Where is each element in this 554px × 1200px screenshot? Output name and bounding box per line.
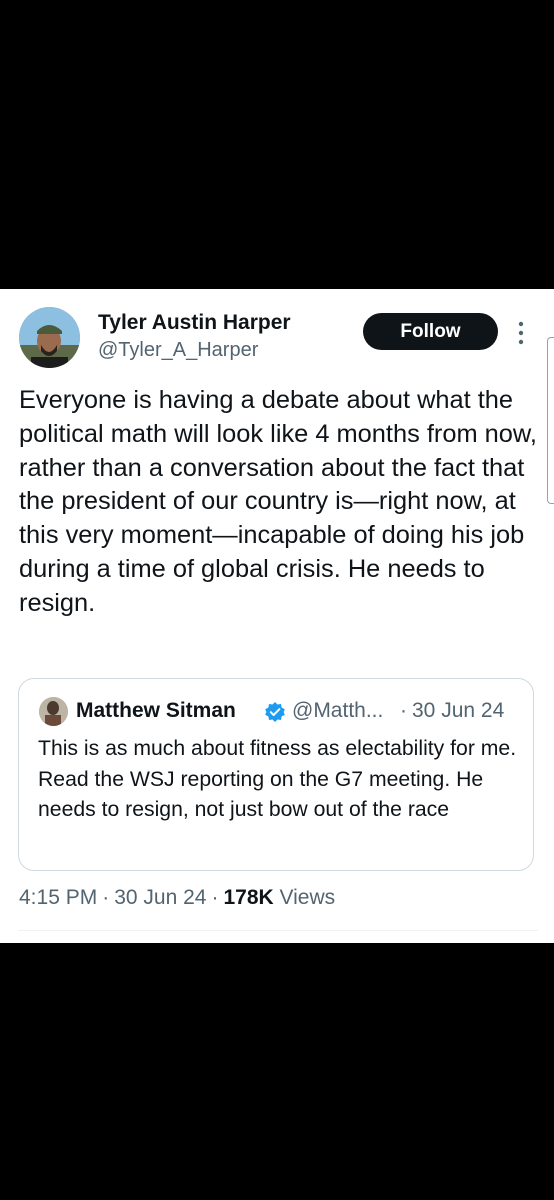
- divider: [18, 930, 538, 931]
- author-avatar[interactable]: [19, 307, 80, 368]
- verified-badge-icon: [264, 701, 286, 723]
- quoted-tweet[interactable]: Matthew Sitman @Matth... · 30 Jun 24 Thi…: [18, 678, 534, 871]
- tweet-card: Tyler Austin Harper @Tyler_A_Harper Foll…: [0, 289, 554, 943]
- tweet-time[interactable]: 4:15 PM: [19, 886, 97, 910]
- scrollbar[interactable]: [547, 337, 554, 504]
- quote-author-avatar[interactable]: [39, 697, 68, 726]
- meta-separator: ·: [211, 886, 219, 909]
- views-label: Views: [279, 886, 336, 909]
- quote-text: This is as much about fitness as electab…: [38, 737, 517, 822]
- quote-author-handle[interactable]: @Matth...: [292, 699, 383, 723]
- author-handle[interactable]: @Tyler_A_Harper: [98, 339, 258, 362]
- quote-separator: ·: [400, 699, 407, 722]
- more-vertical-icon[interactable]: [514, 320, 528, 346]
- views-stat[interactable]: 178K Views: [223, 886, 335, 910]
- quote-date[interactable]: 30 Jun 24: [412, 699, 504, 723]
- quote-author-name[interactable]: Matthew Sitman: [76, 699, 236, 723]
- tweet-text: Everyone is having a debate about what t…: [19, 386, 537, 617]
- follow-button[interactable]: Follow: [363, 313, 498, 350]
- views-count: 178K: [223, 886, 274, 909]
- meta-separator: ·: [102, 886, 110, 909]
- author-name[interactable]: Tyler Austin Harper: [98, 311, 291, 335]
- tweet-meta: 4:15 PM · 30 Jun 24 · 178K Views: [19, 886, 335, 910]
- tweet-date[interactable]: 30 Jun 24: [114, 886, 206, 910]
